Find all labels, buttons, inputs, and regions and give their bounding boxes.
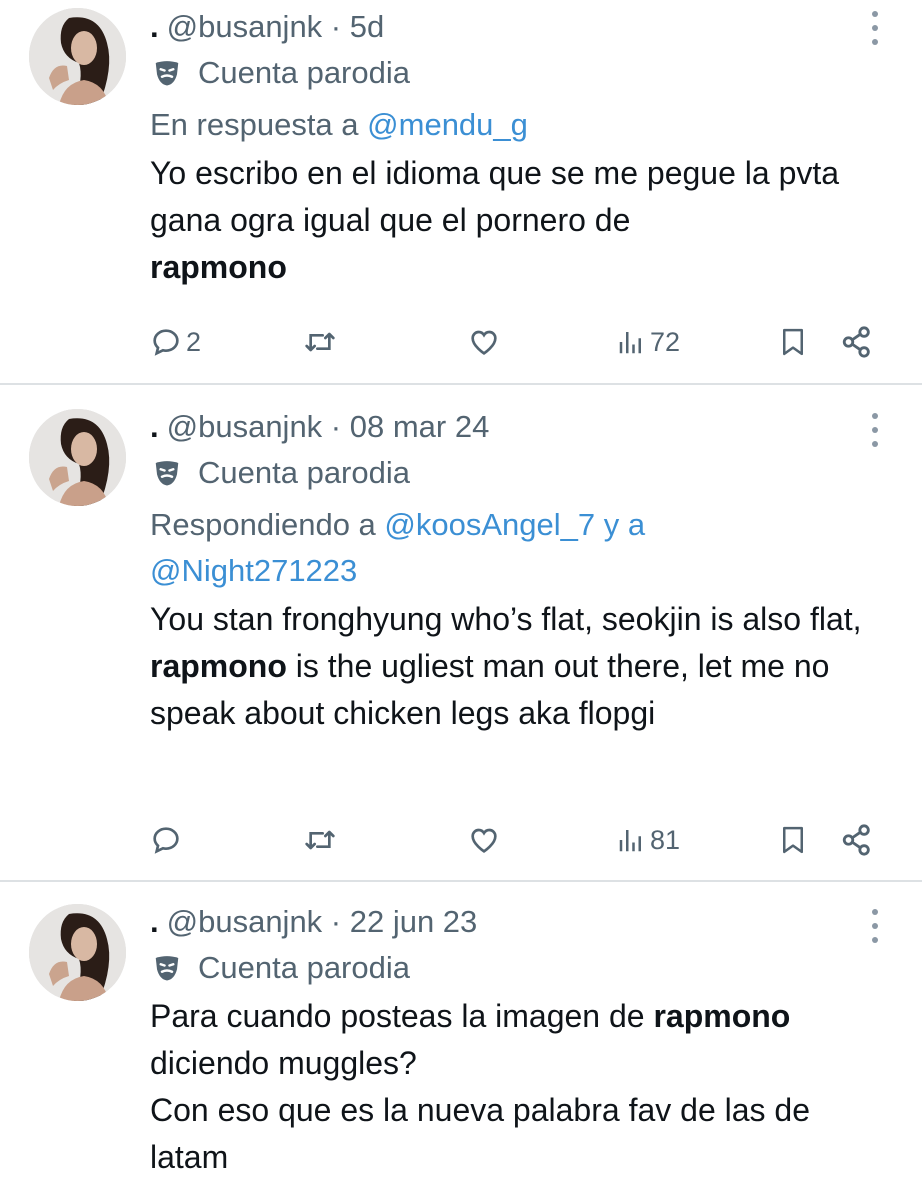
tweet[interactable]: . @busanjnk · 22 jun 23 Cuenta parodia Pa… — [0, 881, 922, 1200]
handle-time[interactable]: @busanjnk · 08 mar 24 — [167, 409, 490, 444]
tweet-header: . @busanjnk · 22 jun 23 — [150, 899, 882, 945]
heart-icon — [471, 828, 497, 853]
tweet[interactable]: . @busanjnk · 5d Cuenta parodia En respue… — [0, 0, 922, 384]
retweet-icon — [305, 830, 335, 850]
reply-icon — [153, 329, 179, 356]
parody-mask-icon — [155, 61, 179, 86]
reply-context: Respondiendo a @koosAngel_7 y a @Night271… — [150, 502, 882, 594]
share-icon — [842, 824, 870, 856]
text-segment: Para cuando posteas la imagen de — [150, 998, 645, 1034]
bookmark-icon — [783, 328, 803, 356]
views-count: 72 — [650, 326, 681, 357]
tweet-header: . @busanjnk · 08 mar 24 — [150, 404, 882, 450]
share-button[interactable] — [840, 816, 874, 864]
views-icon — [619, 830, 641, 852]
mention-link[interactable]: @Night271223 — [150, 553, 357, 588]
reply-count: 2 — [186, 326, 202, 357]
avatar[interactable] — [29, 904, 126, 1001]
display-name[interactable]: . — [150, 409, 159, 444]
parody-text: Cuenta parodia — [198, 55, 410, 90]
bookmark-button[interactable] — [778, 816, 808, 864]
retweet-button[interactable] — [302, 318, 338, 366]
share-button[interactable] — [840, 318, 874, 366]
tweet-body: . @busanjnk · 08 mar 24 Cuenta parodia Re… — [150, 404, 882, 737]
action-bar: 2 72 — [150, 318, 880, 366]
text-segment: Con eso que es la nueva palabra fav de l… — [150, 1092, 811, 1175]
avatar[interactable] — [29, 409, 126, 506]
more-icon[interactable] — [865, 410, 885, 450]
parody-text: Cuenta parodia — [198, 455, 410, 490]
tweet-body: . @busanjnk · 22 jun 23 Cuenta parodia Pa… — [150, 899, 882, 1181]
handle-time[interactable]: @busanjnk · 5d — [167, 9, 385, 44]
text-segment: diciendo muggles? — [150, 1045, 417, 1081]
views-button[interactable]: 72 — [616, 318, 680, 366]
highlight-text: rapmono — [150, 249, 287, 285]
more-icon[interactable] — [865, 906, 885, 946]
views-button[interactable]: 81 — [616, 816, 680, 864]
action-bar: 81 — [150, 816, 880, 864]
tweet[interactable]: . @busanjnk · 08 mar 24 Cuenta parodia Re… — [0, 384, 922, 881]
like-button[interactable] — [467, 816, 501, 864]
avatar[interactable] — [29, 8, 126, 105]
highlight-text: rapmono — [150, 648, 287, 684]
reply-button[interactable] — [150, 816, 182, 864]
text-segment: You stan fronghyung who’s flat, seokjin … — [150, 601, 862, 637]
tweet-text: You stan fronghyung who’s flat, seokjin … — [150, 596, 882, 737]
retweet-icon — [305, 332, 335, 352]
parody-label: Cuenta parodia — [150, 450, 882, 496]
reply-prefix: Respondiendo a — [150, 507, 376, 542]
parody-mask-icon — [155, 956, 179, 981]
mention-link[interactable]: @mendu_g — [367, 107, 528, 142]
views-icon — [619, 332, 641, 354]
reply-prefix: En respuesta a — [150, 107, 359, 142]
parody-label: Cuenta parodia — [150, 945, 882, 991]
heart-icon — [471, 330, 497, 355]
parody-text: Cuenta parodia — [198, 950, 410, 985]
more-icon[interactable] — [865, 8, 885, 48]
tweet-text: Yo escribo en el idioma que se me pegue … — [150, 150, 882, 291]
parody-label: Cuenta parodia — [150, 50, 882, 96]
reply-icon — [153, 827, 179, 854]
tweet-text: Para cuando posteas la imagen de rapmono… — [150, 993, 882, 1181]
bookmark-button[interactable] — [778, 318, 808, 366]
reply-join: y a — [603, 507, 646, 542]
highlight-text: rapmono — [653, 998, 791, 1034]
display-name[interactable]: . — [150, 9, 159, 44]
reply-context: En respuesta a @mendu_g — [150, 102, 882, 148]
text-segment: Yo escribo en el idioma que se me pegue … — [150, 155, 840, 238]
handle-time[interactable]: @busanjnk · 22 jun 23 — [167, 904, 478, 939]
parody-mask-icon — [155, 461, 179, 486]
like-button[interactable] — [467, 318, 501, 366]
reply-button[interactable]: 2 — [150, 318, 201, 366]
views-count: 81 — [650, 824, 681, 855]
bookmark-icon — [783, 826, 803, 854]
share-icon — [842, 326, 870, 358]
tweet-body: . @busanjnk · 5d Cuenta parodia En respue… — [150, 4, 882, 291]
retweet-button[interactable] — [302, 816, 338, 864]
tweet-header: . @busanjnk · 5d — [150, 4, 882, 50]
mention-link[interactable]: @koosAngel_7 — [384, 507, 595, 542]
display-name[interactable]: . — [150, 904, 159, 939]
